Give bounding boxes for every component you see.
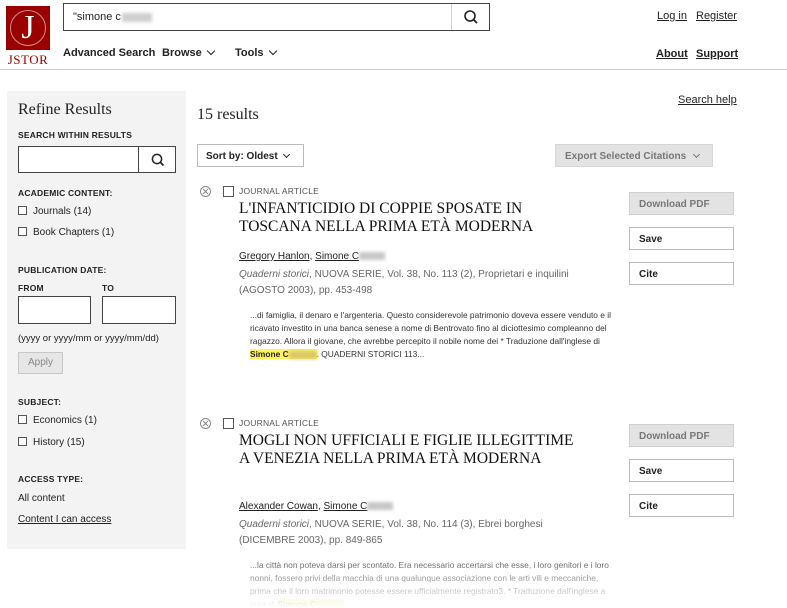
export-citations-button[interactable]: Export Selected Citations <box>555 144 713 167</box>
search-within-label: SEARCH WITHIN RESULTS <box>18 130 133 140</box>
cite-button[interactable]: Cite <box>629 494 734 517</box>
checkbox[interactable] <box>18 437 27 446</box>
search-result: JOURNAL ARTICLE L'INFANTICIDIO DI COPPIE… <box>197 183 737 383</box>
search-result: JOURNAL ARTICLE MOGLI NON UFFICIALI E FI… <box>197 415 737 608</box>
save-button[interactable]: Save <box>629 227 734 250</box>
close-icon[interactable] <box>200 418 211 429</box>
nav-browse[interactable]: Browse <box>162 46 215 59</box>
publication-date-label: PUBLICATION DATE: <box>18 265 107 275</box>
redacted-text <box>359 252 386 261</box>
about-link[interactable]: About <box>656 48 688 60</box>
cite-button[interactable]: Cite <box>629 262 734 285</box>
journal-name: Quaderni storici <box>239 269 310 280</box>
author-link[interactable]: Simone C <box>315 251 386 262</box>
date-to-label: TO <box>102 283 115 293</box>
search-input[interactable]: "simone c <box>63 3 490 31</box>
access-my-content-link[interactable]: Content I can access <box>18 514 111 525</box>
result-snippet: ...la città non poteva darsi per scontat… <box>250 560 609 608</box>
filter-book-chapters[interactable]: Book Chapters (1) <box>18 227 114 238</box>
filter-history[interactable]: History (15) <box>18 437 85 448</box>
jstor-logo-mark: J <box>6 6 50 50</box>
nav-tools[interactable]: Tools <box>235 46 277 59</box>
redacted-text <box>367 502 394 511</box>
date-format-hint: (yyyy or yyyy/mm or yyyy/mm/dd) <box>18 333 159 344</box>
nav-advanced-search[interactable]: Advanced Search <box>63 47 155 59</box>
filter-journals[interactable]: Journals (14) <box>18 206 91 217</box>
academic-content-label: ACADEMIC CONTENT: <box>18 188 113 198</box>
download-pdf-button[interactable]: Download PDF <box>629 192 734 215</box>
chevron-down-icon <box>206 46 215 56</box>
sort-dropdown[interactable]: Sort by: Oldest <box>197 144 304 167</box>
register-link[interactable]: Register <box>696 10 737 22</box>
access-all-content[interactable]: All content <box>18 493 65 504</box>
save-button[interactable]: Save <box>629 459 734 482</box>
redacted-text <box>316 600 345 608</box>
apply-date-button[interactable]: Apply <box>18 352 63 374</box>
date-to-input[interactable] <box>102 296 176 324</box>
result-citation: Quaderni storici, NUOVA SERIE, Vol. 38, … <box>239 519 543 546</box>
results-count: 15 results <box>197 106 259 123</box>
jstor-logo-text: JSTOR <box>7 52 49 67</box>
result-citation: Quaderni storici, NUOVA SERIE, Vol. 38, … <box>239 269 569 296</box>
search-button[interactable] <box>451 4 489 30</box>
result-authors: Gregory Hanlon, Simone C <box>239 251 386 262</box>
author-link[interactable]: Gregory Hanlon <box>239 251 310 262</box>
checkbox[interactable] <box>18 415 27 424</box>
journal-name: Quaderni storici <box>239 519 310 530</box>
content-type-label: JOURNAL ARTICLE <box>239 418 319 428</box>
refine-results-panel: Refine Results SEARCH WITHIN RESULTS ACA… <box>7 91 186 549</box>
date-from-label: FROM <box>18 283 44 293</box>
redacted-text <box>121 12 152 22</box>
checkbox[interactable] <box>18 206 27 215</box>
subject-label: SUBJECT: <box>18 397 62 407</box>
chevron-down-icon <box>693 150 701 159</box>
search-input-value: "simone c <box>73 11 121 23</box>
search-within-button[interactable] <box>138 147 175 172</box>
filter-economics[interactable]: Economics (1) <box>18 415 97 426</box>
result-title-link[interactable]: L'INFANTICIDIO DI COPPIE SPOSATE IN TOSC… <box>239 200 569 236</box>
jstor-logo[interactable]: J JSTOR <box>6 6 50 67</box>
author-link[interactable]: Simone C <box>324 501 394 512</box>
redacted-text <box>288 350 317 359</box>
content-type-label: JOURNAL ARTICLE <box>239 186 319 196</box>
checkbox[interactable] <box>18 227 27 236</box>
login-link[interactable]: Log in <box>657 10 687 22</box>
access-type-label: ACCESS TYPE: <box>18 474 84 484</box>
result-snippet: ...di famiglia, il denaro e l'argenteria… <box>250 310 611 359</box>
result-checkbox[interactable] <box>223 418 234 429</box>
result-authors: Alexander Cowan, Simone C <box>239 501 394 512</box>
download-pdf-button[interactable]: Download PDF <box>629 424 734 447</box>
support-link[interactable]: Support <box>696 48 738 60</box>
author-link[interactable]: Alexander Cowan <box>239 501 318 512</box>
refine-results-title: Refine Results <box>18 101 112 118</box>
search-highlight: Simone C <box>250 349 317 359</box>
search-icon <box>464 10 478 24</box>
result-title-link[interactable]: MOGLI NON UFFICIALI E FIGLIE ILLEGITTIME… <box>239 432 584 468</box>
date-from-input[interactable] <box>18 296 91 324</box>
chevron-down-icon <box>268 46 277 56</box>
search-highlight: Simone C <box>277 599 345 608</box>
close-icon[interactable] <box>200 186 211 197</box>
search-within-input[interactable] <box>18 146 176 173</box>
result-checkbox[interactable] <box>223 186 234 197</box>
chevron-down-icon <box>282 150 290 159</box>
search-icon <box>151 153 165 167</box>
site-header: J JSTOR "simone c Advanced Search Browse… <box>0 0 787 70</box>
search-help-link[interactable]: Search help <box>678 94 737 106</box>
